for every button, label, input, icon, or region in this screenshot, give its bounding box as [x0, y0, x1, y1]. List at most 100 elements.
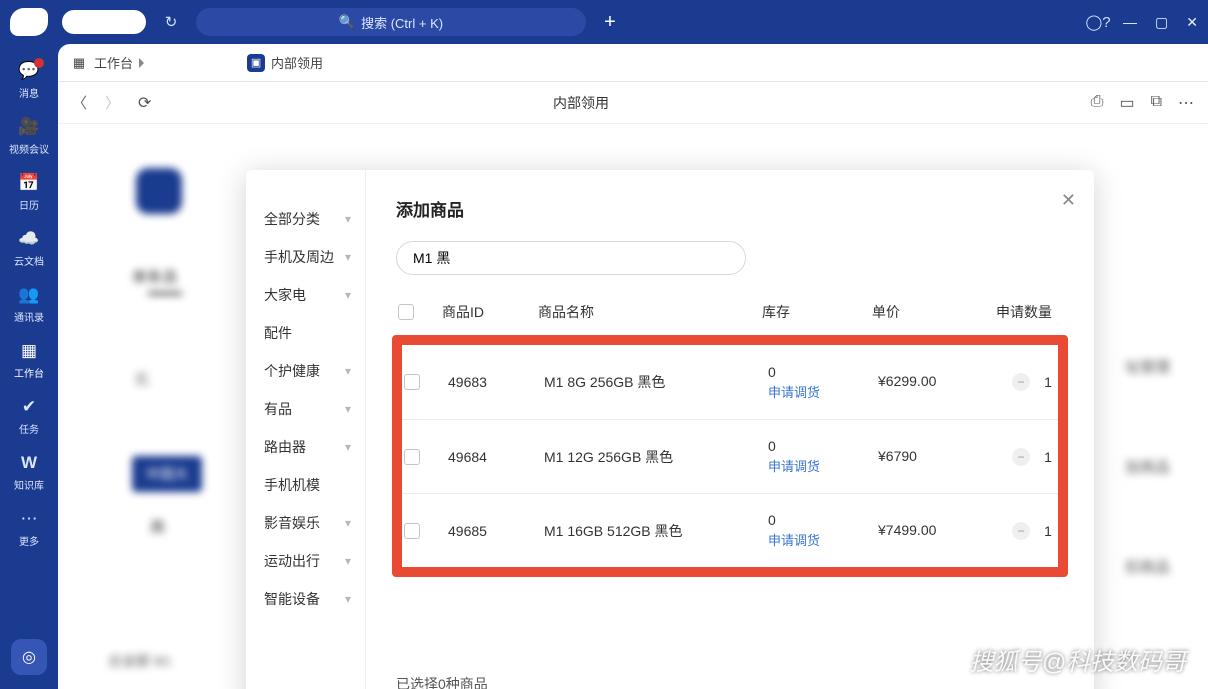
maximize-button[interactable]: ▢ [1155, 14, 1168, 31]
chevron-down-icon: ▾ [345, 440, 351, 454]
window-titlebar: ↻ 🔍 搜索 (Ctrl + K) + ◯? — ▢ ✕ [0, 0, 1208, 44]
chevron-down-icon: ▾ [345, 592, 351, 606]
contacts-icon: 👥 [18, 284, 40, 306]
bg-app-tile [136, 168, 182, 214]
bg-chip: 中国大 [132, 456, 202, 492]
print-icon[interactable]: ⎙ [1091, 93, 1104, 113]
bg-text: 商 [150, 516, 165, 537]
modal-title: 添加商品 [396, 196, 1064, 221]
rail-calendar[interactable]: 📅 日历 [18, 172, 40, 212]
modal-close-button[interactable]: ✕ [1061, 190, 1076, 211]
rail-workbench[interactable]: ▦ 工作台 [14, 340, 44, 380]
rail-tasks[interactable]: ✔ 任务 [18, 396, 40, 436]
cell-price: ¥6299.00 [878, 373, 994, 391]
tab-workbench[interactable]: ▦ 工作台 [70, 53, 149, 72]
chat-icon: 💬 [18, 60, 40, 82]
table-row: 49683 M1 8G 256GB 黑色 0 申请调货 ¥6299.00 − 1 [402, 345, 1058, 419]
rail-knowledge[interactable]: W 知识库 [14, 452, 44, 492]
close-button[interactable]: ✕ [1186, 14, 1198, 31]
add-button[interactable]: + [596, 10, 624, 34]
grid-icon: ▦ [18, 340, 40, 362]
request-transfer-link[interactable]: 申请调货 [768, 382, 878, 401]
category-item[interactable]: 运动出行▾ [264, 542, 365, 580]
page-title: 内部领用 [111, 93, 1050, 113]
os-avatar [10, 8, 48, 36]
category-item[interactable]: 配件 [264, 314, 365, 352]
overflow-icon[interactable]: ⋯ [1178, 93, 1194, 113]
history-icon[interactable]: ↻ [156, 10, 186, 34]
help-icon[interactable]: ◯? [1083, 10, 1113, 34]
chevron-down-icon: ▾ [345, 288, 351, 302]
chevron-down-icon: ▾ [345, 402, 351, 416]
tab-internal[interactable]: ▣ 内部领用 [247, 53, 323, 72]
more-icon: ⋯ [18, 508, 40, 530]
title-pill [62, 10, 146, 34]
rail-app-icon[interactable]: ◎ [11, 639, 47, 675]
chevron-down-icon: ▾ [345, 212, 351, 226]
apps-icon: ▦ [70, 54, 88, 72]
cell-id: 49685 [448, 523, 544, 539]
rail-video[interactable]: 🎥 视频会议 [9, 116, 49, 156]
rail-contacts[interactable]: 👥 通讯录 [14, 284, 44, 324]
category-item[interactable]: 智能设备▾ [264, 580, 365, 618]
cell-id: 49683 [448, 374, 544, 390]
header-name: 商品名称 [538, 302, 762, 322]
chevron-down-icon: ▾ [345, 516, 351, 530]
row-checkbox[interactable] [404, 523, 420, 539]
table-row: 49685 M1 16GB 512GB 黑色 0 申请调货 ¥7499.00 −… [402, 493, 1058, 567]
qty-value: 1 [1038, 374, 1058, 390]
table-header: 商品ID 商品名称 库存 单价 申请数量 [396, 291, 1064, 333]
qty-decrement[interactable]: − [1012, 522, 1030, 540]
bg-total: 总金额 ¥0. [108, 651, 173, 671]
product-search-input[interactable] [396, 241, 746, 275]
rail-docs[interactable]: ☁️ 云文档 [14, 228, 44, 268]
calendar-icon: 📅 [18, 172, 40, 194]
search-icon: 🔍 [339, 14, 355, 30]
cloud-doc-icon: ☁️ [18, 228, 40, 250]
cell-name: M1 16GB 512GB 黑色 [544, 521, 768, 541]
chevron-down-icon: ▾ [345, 554, 351, 568]
category-item[interactable]: 有品▾ [264, 390, 365, 428]
workspace-tabs: ▦ 工作台 ▣ 内部领用 [58, 44, 1208, 82]
add-product-modal: 全部分类▾ 手机及周边▾ 大家电▾ 配件 个护健康▾ 有品▾ 路由器▾ 手机机模… [246, 170, 1094, 689]
qty-value: 1 [1038, 449, 1058, 465]
qty-decrement[interactable]: − [1012, 448, 1030, 466]
category-item[interactable]: 影音娱乐▾ [264, 504, 365, 542]
check-icon: ✔ [18, 396, 40, 418]
rail-more[interactable]: ⋯ 更多 [18, 508, 40, 548]
category-item[interactable]: 个护健康▾ [264, 352, 365, 390]
request-transfer-link[interactable]: 申请调货 [768, 530, 878, 549]
category-item[interactable]: 路由器▾ [264, 428, 365, 466]
window-controls: — ▢ ✕ [1123, 14, 1198, 31]
w-icon: W [18, 452, 40, 474]
product-search-row [396, 241, 1064, 275]
bg-text: 北 [134, 368, 149, 389]
window-icon[interactable]: ▭ [1119, 93, 1134, 113]
category-item[interactable]: 全部分类▾ [264, 200, 365, 238]
category-item[interactable]: 大家电▾ [264, 276, 365, 314]
header-id: 商品ID [442, 302, 538, 322]
video-icon: 🎥 [18, 116, 40, 138]
global-search[interactable]: 🔍 搜索 (Ctrl + K) [196, 8, 586, 36]
select-all-checkbox[interactable] [398, 304, 414, 320]
cell-name: M1 8G 256GB 黑色 [544, 372, 768, 392]
chevron-down-icon: ▾ [345, 364, 351, 378]
row-checkbox[interactable] [404, 449, 420, 465]
cell-stock: 0 [768, 438, 878, 454]
row-checkbox[interactable] [404, 374, 420, 390]
external-icon[interactable]: ⧉ [1151, 93, 1162, 113]
tab-play-icon [139, 58, 149, 68]
request-transfer-link[interactable]: 申请调货 [768, 456, 878, 475]
bg-text: 单条选 [132, 266, 177, 287]
qty-value: 1 [1038, 523, 1058, 539]
category-item[interactable]: 手机及周边▾ [264, 238, 365, 276]
modal-content: 添加商品 ✕ 商品ID 商品名称 库存 单价 申请数量 49683 M1 8G … [366, 170, 1094, 689]
cell-name: M1 12G 256GB 黑色 [544, 447, 768, 467]
rail-messages[interactable]: 💬 消息 [18, 60, 40, 100]
left-sidebar: 💬 消息 🎥 视频会议 📅 日历 ☁️ 云文档 👥 通讯录 ▦ 工作台 ✔ 任务… [0, 44, 58, 689]
global-search-placeholder: 搜索 (Ctrl + K) [361, 13, 443, 32]
back-button[interactable]: 〈 [72, 92, 87, 113]
qty-decrement[interactable]: − [1012, 373, 1030, 391]
category-item[interactable]: 手机机模 [264, 466, 365, 504]
minimize-button[interactable]: — [1123, 14, 1137, 31]
